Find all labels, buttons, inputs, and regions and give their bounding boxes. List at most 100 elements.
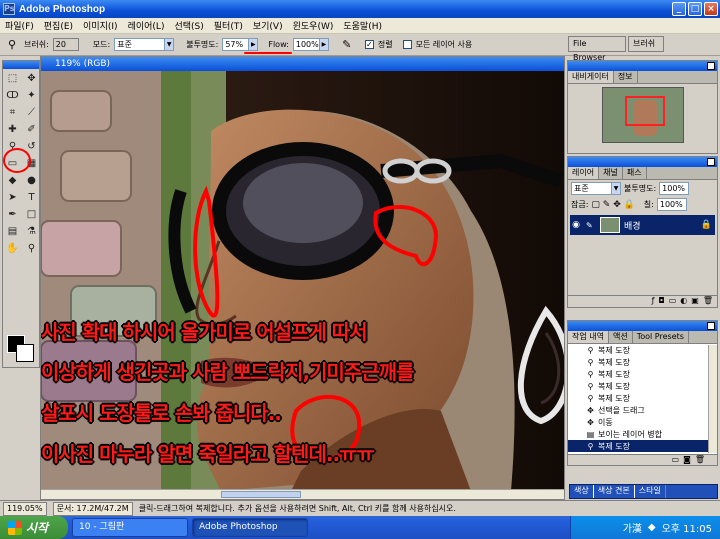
brush-tool-icon[interactable]: ✐	[23, 122, 40, 138]
history-item[interactable]: ⚲ 복제 도장	[568, 380, 717, 392]
file-browser-tab[interactable]: File Browser	[568, 36, 626, 62]
menu-select[interactable]: 선택(S)	[169, 19, 208, 32]
tab-navigator[interactable]: 내비게이터	[568, 71, 614, 83]
window-title: Adobe Photoshop	[19, 3, 106, 15]
slice-tool-icon[interactable]: ⟋	[23, 105, 40, 121]
photoshop-window: Ps Adobe Photoshop _ □ × 파일(F) 편집(E) 이미지…	[0, 0, 720, 539]
zoom-tool-icon[interactable]: ⚲	[23, 241, 40, 257]
aligned-checkbox[interactable]: ✓	[364, 40, 374, 49]
navigator-thumbnail[interactable]	[602, 87, 684, 143]
lasso-tool-icon[interactable]: ↀ	[4, 88, 21, 104]
history-item[interactable]: ⚲ 복제 도장	[568, 392, 717, 404]
taskbar-button-photoshop[interactable]: Adobe Photoshop	[192, 518, 308, 537]
new-document-icon[interactable]: ▭	[672, 455, 680, 465]
path-selection-tool-icon[interactable]: ➤	[4, 190, 21, 206]
lock-icons[interactable]: ▢ ✎ ✥ 🔒	[591, 200, 634, 210]
layer-opacity-value: 100%	[662, 184, 686, 193]
zoom-readout[interactable]: 119.05%	[3, 501, 47, 516]
eyedropper-tool-icon[interactable]: ⚗	[23, 224, 40, 240]
use-all-layers-label: 모든 레이어 사용	[415, 40, 473, 49]
notes-tool-icon[interactable]: ▤	[4, 224, 21, 240]
layer-style-icon[interactable]: ƒ	[652, 296, 655, 307]
background-color-swatch[interactable]	[16, 344, 34, 362]
layer-row-background[interactable]: ◉ ✎ 배경 🔒	[570, 215, 715, 235]
tab-swatches[interactable]: 색상 견본	[594, 485, 635, 498]
palette-minimize-icon[interactable]	[707, 158, 715, 166]
healing-brush-tool-icon[interactable]: ✚	[4, 122, 21, 138]
menu-filter[interactable]: 필터(T)	[209, 19, 248, 32]
eye-icon[interactable]: ◉	[570, 220, 582, 230]
blur-tool-icon[interactable]: ◆	[4, 173, 21, 189]
marquee-tool-icon[interactable]: ⬚	[4, 71, 21, 87]
history-item[interactable]: ✥ 선택을 드래그	[568, 404, 717, 416]
adjustment-icon[interactable]: ◐	[680, 296, 687, 307]
opacity-field[interactable]: 57% ▶	[222, 38, 259, 51]
move-tool-icon[interactable]: ✥	[23, 71, 40, 87]
input-language[interactable]: 가漢	[623, 520, 642, 535]
start-button[interactable]: 시작	[0, 516, 68, 539]
brushes-tab[interactable]: 브러쉬	[628, 36, 664, 52]
taskbar-button-paint[interactable]: 10 - 그림판	[72, 518, 188, 537]
scrollbar-thumb[interactable]	[221, 491, 301, 498]
tab-color[interactable]: 색상	[570, 485, 594, 498]
menu-file[interactable]: 파일(F)	[0, 19, 39, 32]
horizontal-scrollbar[interactable]	[41, 489, 564, 499]
magic-wand-tool-icon[interactable]: ✦	[23, 88, 40, 104]
type-tool-icon[interactable]: T	[23, 190, 40, 206]
menu-help[interactable]: 도움말(H)	[338, 19, 387, 32]
history-item-label: 복제 도장	[598, 369, 630, 379]
menu-window[interactable]: 윈도우(W)	[288, 19, 339, 32]
fill-field[interactable]: 100%	[656, 198, 687, 211]
new-set-icon[interactable]: ▭	[669, 296, 677, 307]
pen-tool-icon[interactable]: ✒	[4, 207, 21, 223]
tab-paths[interactable]: 패스	[623, 167, 647, 179]
brush-label: 브러쉬:	[24, 40, 49, 49]
history-item[interactable]: ▤ 보이는 레이어 병합	[568, 428, 717, 440]
airbrush-icon[interactable]: ✎	[339, 37, 355, 53]
layer-opacity-field[interactable]: 100%	[659, 182, 690, 195]
tab-channels[interactable]: 채널	[599, 167, 623, 179]
hand-tool-icon[interactable]: ✋	[4, 241, 21, 257]
tab-tool-presets[interactable]: Tool Presets	[633, 331, 689, 343]
windows-taskbar: 시작 10 - 그림판 Adobe Photoshop 가漢 ◆ 오후 11:0…	[0, 516, 720, 539]
use-all-layers-checkbox[interactable]	[402, 40, 412, 49]
menu-image[interactable]: 이미지(I)	[78, 19, 123, 32]
mask-icon[interactable]: ◘	[658, 296, 664, 307]
tab-actions[interactable]: 액션	[609, 331, 633, 343]
history-item[interactable]: ⚲ 복제 도장	[568, 344, 717, 356]
history-item[interactable]: ⚲ 복제 도장	[568, 356, 717, 368]
history-item-label: 보이는 레이어 병합	[598, 429, 662, 439]
snapshot-icon[interactable]: ◙	[683, 455, 691, 465]
mode-select[interactable]: 표준 ▼	[114, 38, 175, 51]
tab-styles[interactable]: 스타일	[635, 485, 666, 498]
palette-minimize-icon[interactable]	[707, 322, 715, 330]
trash-icon[interactable]: 🗑	[695, 455, 705, 465]
clone-stamp-tool-preset-icon[interactable]: ⚲	[4, 37, 20, 53]
menu-layer[interactable]: 레이어(L)	[123, 19, 170, 32]
history-item-selected[interactable]: ⚲ 복제 도장	[568, 440, 717, 452]
history-scrollbar[interactable]	[708, 345, 717, 453]
image-canvas[interactable]: 사진 확대 하시어 올가미로 어설프게 따서 이상하게 생긴곳과 사람 뽀드락지…	[41, 71, 564, 491]
close-button[interactable]: ×	[704, 2, 718, 16]
menu-view[interactable]: 보기(V)	[248, 19, 288, 32]
dodge-tool-icon[interactable]: ●	[23, 173, 40, 189]
new-layer-icon[interactable]: ▣	[691, 296, 699, 307]
history-item[interactable]: ✥ 이동	[568, 416, 717, 428]
blend-mode-select[interactable]: 표준 ▼	[571, 182, 621, 195]
tab-layers[interactable]: 레이어	[568, 167, 600, 179]
brush-picker[interactable]: 20	[52, 38, 79, 51]
tab-info[interactable]: 정보	[614, 71, 638, 83]
flow-field[interactable]: 100% ▶	[292, 38, 329, 51]
navigator-view-box[interactable]	[625, 96, 665, 126]
maximize-button[interactable]: □	[688, 2, 702, 16]
shape-tool-icon[interactable]: □	[23, 207, 40, 223]
tab-history[interactable]: 작업 내역	[568, 331, 609, 343]
navigator-palette: 내비게이터 정보	[567, 60, 718, 154]
trash-icon[interactable]: 🗑	[703, 296, 713, 307]
tray-icon[interactable]: ◆	[648, 522, 656, 533]
history-item[interactable]: ⚲ 복제 도장	[568, 368, 717, 380]
palette-minimize-icon[interactable]	[707, 62, 715, 70]
crop-tool-icon[interactable]: ⌗	[4, 105, 21, 121]
minimize-button[interactable]: _	[672, 2, 686, 16]
menu-edit[interactable]: 편집(E)	[39, 19, 78, 32]
